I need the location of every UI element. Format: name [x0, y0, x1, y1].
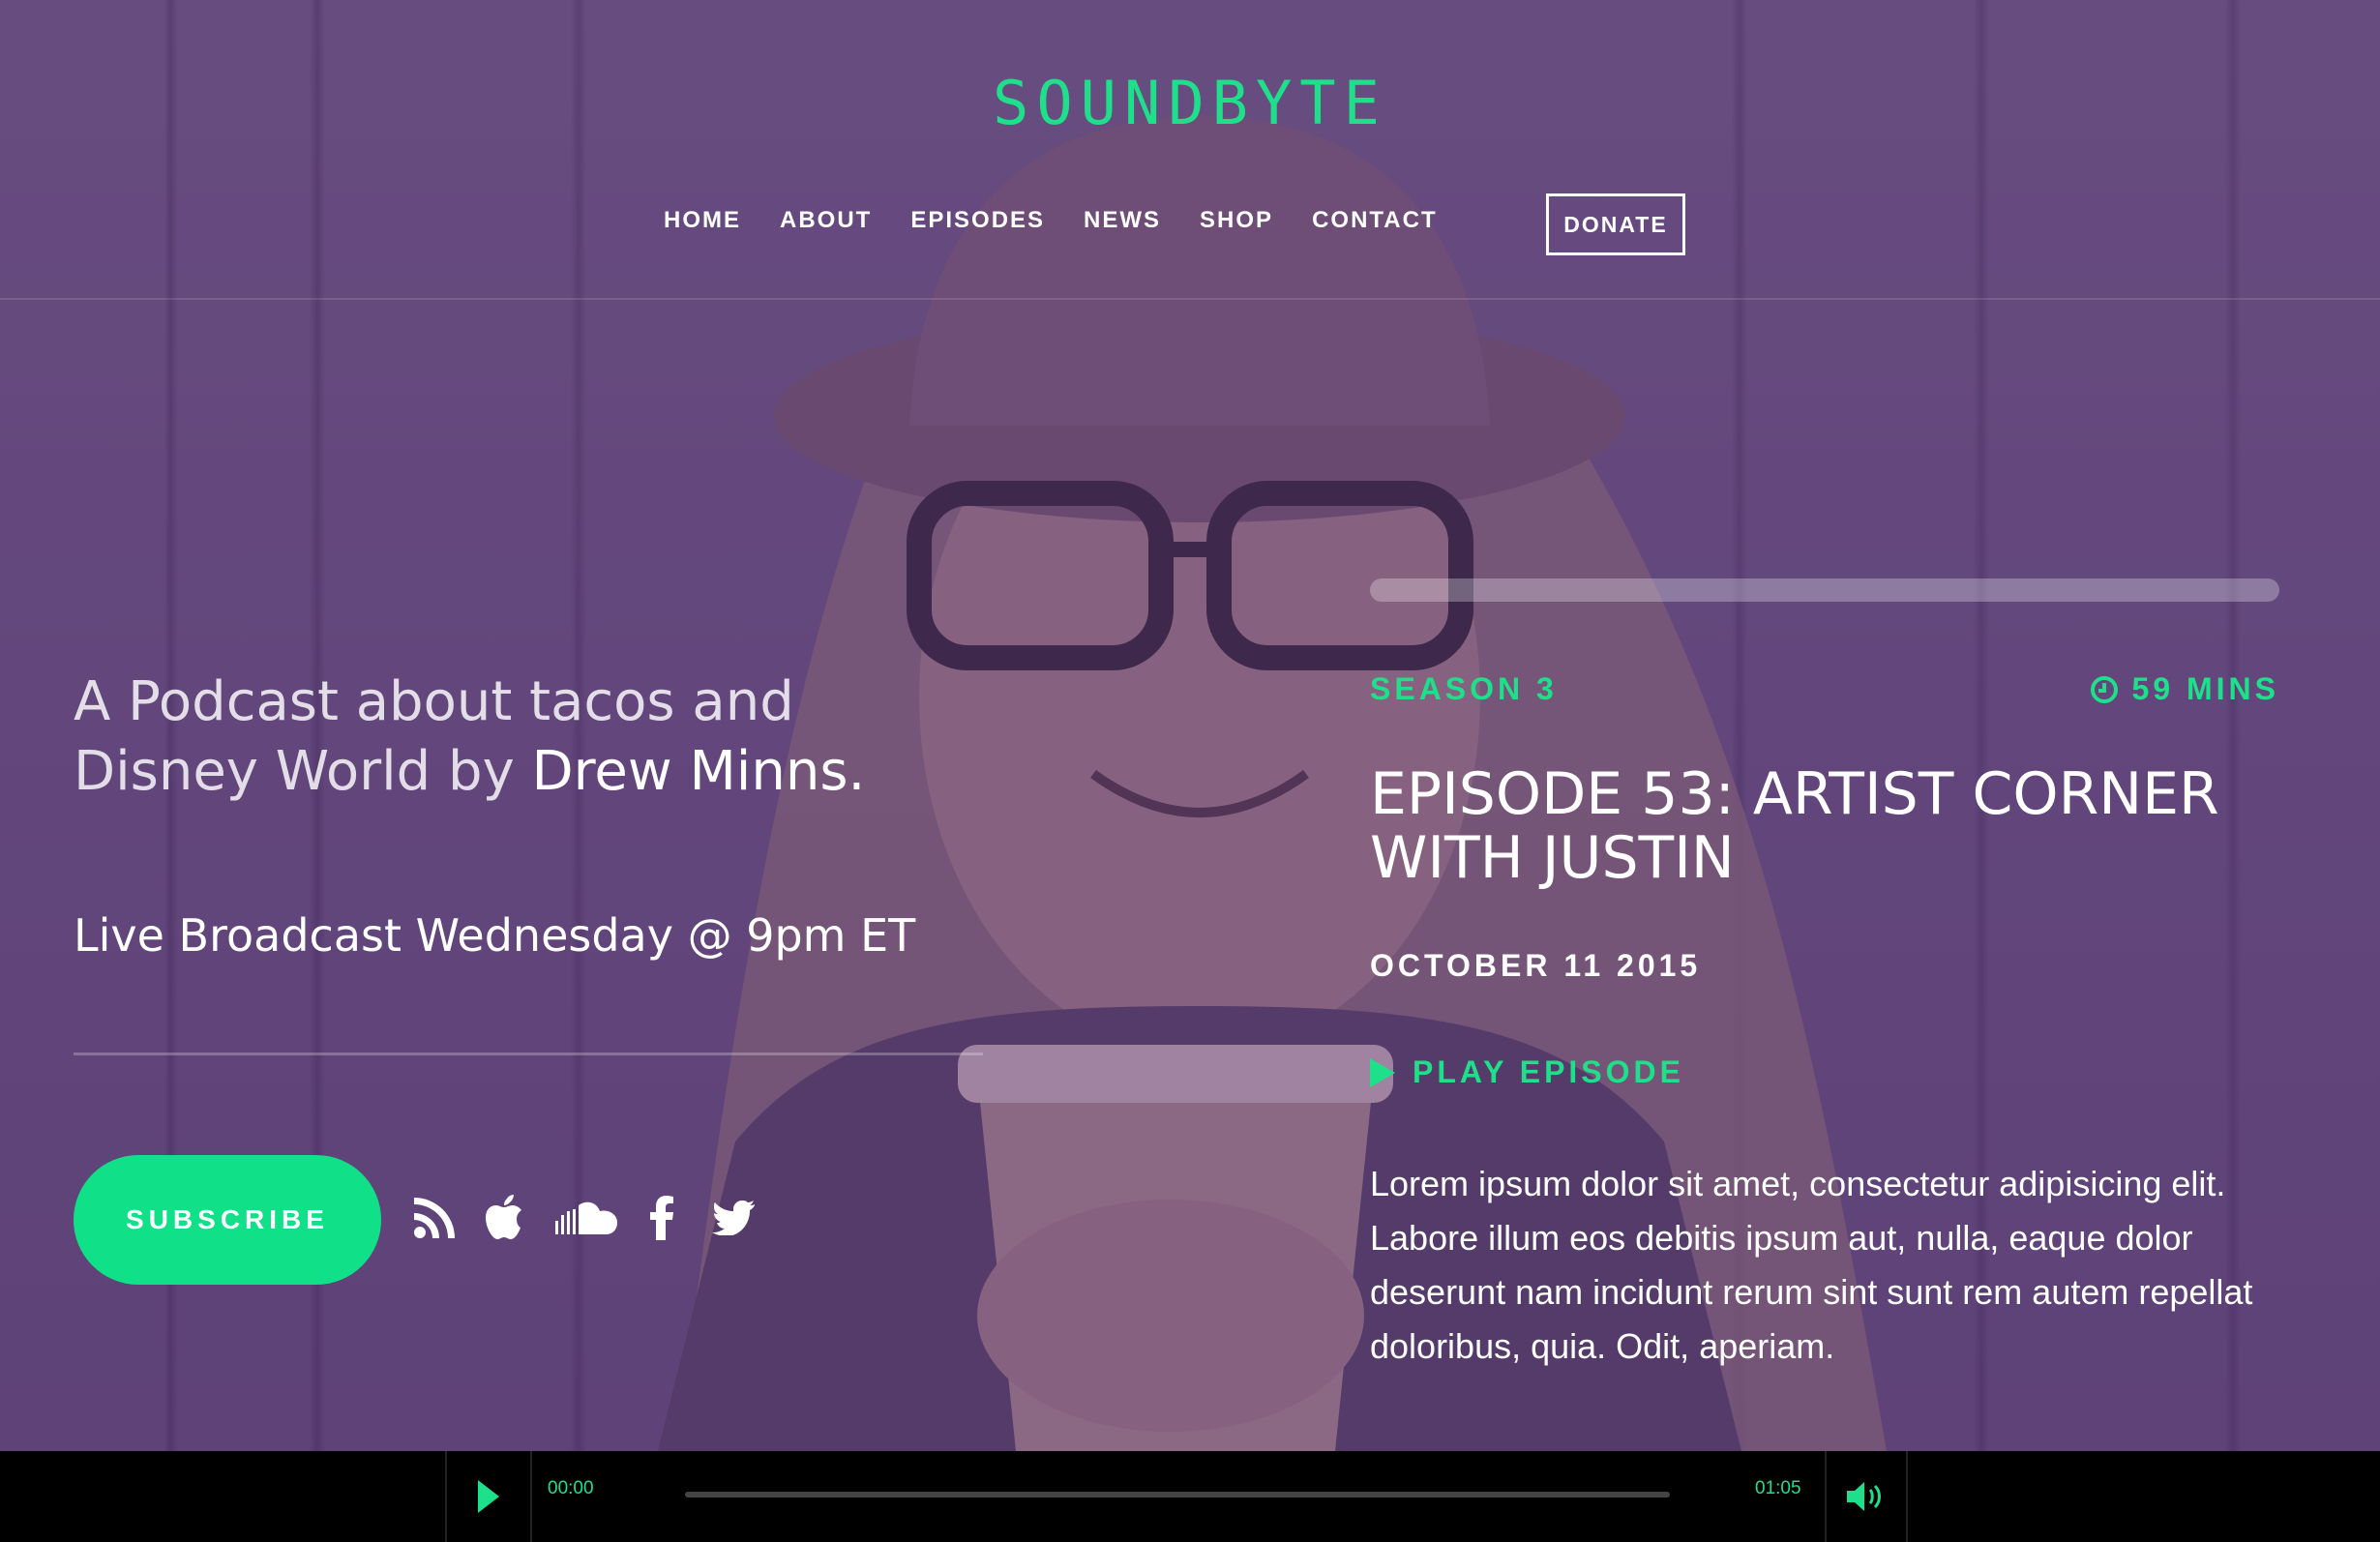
- volume-button[interactable]: [1825, 1451, 1908, 1542]
- episode-progress-bar[interactable]: [1370, 578, 2279, 602]
- player-seek-bar[interactable]: [685, 1492, 1670, 1498]
- soundcloud-icon[interactable]: [555, 1188, 617, 1248]
- episode-date: OCTOBER 11 2015: [1370, 948, 1702, 983]
- player-current-time: 00:00: [548, 1478, 594, 1498]
- header-divider: [0, 298, 2380, 300]
- clock-icon: [2090, 675, 2118, 703]
- play-episode-label: PLAY EPISODE: [1413, 1054, 1684, 1089]
- volume-icon: [1847, 1482, 1881, 1511]
- episode-duration: 59 MINS: [2090, 671, 2279, 707]
- episode-season: SEASON 3: [1370, 671, 1558, 706]
- nav-about[interactable]: ABOUT: [780, 207, 872, 234]
- podcast-tagline: A Podcast about tacos and Disney World b…: [74, 667, 944, 807]
- donate-button[interactable]: DONATE: [1546, 193, 1685, 255]
- apple-icon[interactable]: [484, 1188, 524, 1248]
- episode-title[interactable]: EPISODE 53: ARTIST CORNER WITH JUSTIN: [1370, 762, 2279, 890]
- audio-player: 00:00 01:05: [0, 1451, 2380, 1542]
- nav-contact[interactable]: CONTACT: [1312, 207, 1438, 234]
- live-broadcast-text: Live Broadcast Wednesday @ 9pm ET: [74, 909, 916, 962]
- nav-home[interactable]: HOME: [664, 207, 741, 234]
- player-play-button[interactable]: [445, 1451, 532, 1542]
- tagline-author: Drew Minns.: [531, 740, 866, 803]
- left-divider: [74, 1053, 983, 1055]
- site-logo[interactable]: SOUNDBYTE: [0, 68, 2380, 138]
- subscribe-button[interactable]: SUBSCRIBE: [74, 1155, 381, 1285]
- rss-icon[interactable]: [414, 1188, 455, 1248]
- nav-episodes[interactable]: EPISODES: [910, 207, 1045, 234]
- duration-text: 59 MINS: [2131, 671, 2279, 706]
- episode-description: Lorem ipsum dolor sit amet, consectetur …: [1370, 1164, 2253, 1366]
- twitter-icon[interactable]: [712, 1188, 755, 1248]
- nav-news[interactable]: NEWS: [1084, 207, 1161, 234]
- play-episode-link[interactable]: PLAY EPISODE: [1370, 1054, 1684, 1090]
- facebook-icon[interactable]: [650, 1188, 673, 1248]
- main-nav: HOME ABOUT EPISODES NEWS SHOP CONTACT: [664, 207, 1476, 234]
- player-duration: 01:05: [1755, 1478, 1801, 1498]
- play-icon: [478, 1480, 499, 1513]
- nav-shop[interactable]: SHOP: [1200, 207, 1273, 234]
- play-icon: [1370, 1057, 1395, 1087]
